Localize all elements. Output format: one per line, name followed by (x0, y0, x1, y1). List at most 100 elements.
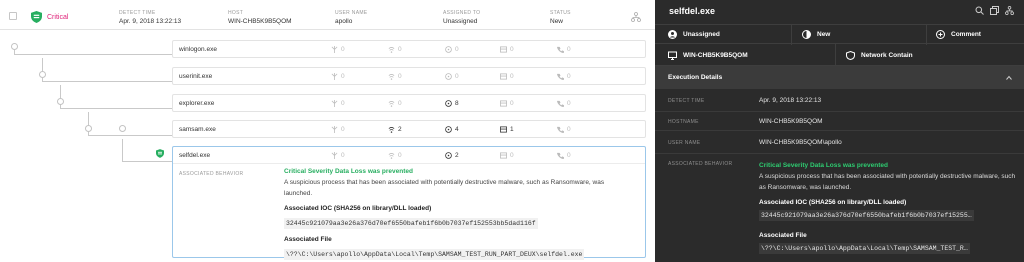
process-tree-icon[interactable] (631, 12, 641, 22)
detail-row-detect-time: DETECT TIME Apr. 9, 2018 13:22:13 (655, 89, 1024, 112)
branch-icon (331, 46, 338, 53)
metric-child-processes: 0 (331, 126, 345, 133)
process-row-winlogon[interactable]: winlogon.exe 0 0 0 0 0 (172, 40, 646, 58)
metric-network: 2 (388, 126, 402, 133)
tree-node[interactable] (85, 125, 92, 132)
detail-row-hostname: HOSTNAME WIN-CHB5K9B5QOM (655, 112, 1024, 131)
file-header: Associated File (284, 236, 332, 243)
process-details-panel: selfdel.exe Unassigned New Comment WIN-C… (655, 0, 1024, 262)
status-column: STATUS New (550, 10, 571, 25)
process-name: explorer.exe (179, 100, 215, 107)
alert-header-row[interactable]: Critical DETECT TIME Apr. 9, 2018 13:22:… (0, 0, 655, 30)
ioc-hash[interactable]: 32445c921079aa3e26a376d70ef6550bafeb1f6b… (759, 210, 974, 221)
metric-network: 0 (388, 100, 402, 107)
host-button[interactable]: WIN-CHB5K9B5QOM (668, 51, 748, 60)
shield-icon (31, 11, 42, 23)
branch-icon (331, 100, 338, 107)
metric-registry: 0 (500, 100, 514, 107)
branch-icon (331, 126, 338, 133)
divider (791, 25, 792, 45)
user-name-column: USER NAME apollo (335, 10, 367, 25)
phone-icon (557, 126, 564, 133)
metric-dns: 0 (557, 100, 571, 107)
registry-icon (500, 100, 507, 107)
metric-registry: 0 (500, 46, 514, 53)
ioc-hash[interactable]: 32445c921079aa3e26a376d70ef6550bafeb1f6b… (284, 218, 538, 229)
ioc-header: Associated IOC (SHA256 on library/DLL lo… (759, 199, 907, 206)
execution-details-header[interactable]: Execution Details (655, 66, 1024, 89)
network-icon (388, 47, 395, 53)
metric-disk: 8 (445, 100, 459, 107)
tree-connector (42, 81, 172, 82)
tree-connector (122, 161, 172, 162)
branch-icon (331, 73, 338, 80)
registry-icon (500, 126, 507, 133)
behavior-description: A suspicious process that has been assoc… (284, 179, 605, 197)
host-column: HOST WIN-CHB5K9B5QOM (228, 10, 292, 25)
file-path[interactable]: \??\C:\Users\apollo\AppData\Local\Temp\S… (759, 243, 970, 254)
tree-connector (60, 108, 172, 109)
network-icon (388, 153, 395, 159)
process-row-samsam[interactable]: samsam.exe 0 2 4 1 0 (172, 120, 646, 138)
column-header: ASSIGNED TO (443, 10, 481, 16)
tree-node[interactable] (119, 125, 126, 132)
detect-time-column: DETECT TIME Apr. 9, 2018 13:22:13 (119, 10, 181, 25)
file-path[interactable]: \??\C:\Users\apollo\AppData\Local\Temp\S… (284, 249, 585, 260)
panel-toolbar (975, 6, 1014, 15)
process-tree-panel: Critical DETECT TIME Apr. 9, 2018 13:22:… (0, 0, 655, 262)
column-header: DETECT TIME (119, 10, 156, 16)
divider (926, 25, 927, 45)
metric-disk: 0 (445, 73, 459, 80)
branch-icon (331, 152, 338, 159)
metric-network: 0 (388, 46, 402, 53)
registry-icon (500, 73, 507, 80)
disk-icon (445, 46, 452, 53)
panel-behavior-body: Critical Severity Data Loss was prevente… (759, 162, 1017, 259)
process-row-explorer[interactable]: explorer.exe 0 0 8 0 0 (172, 94, 646, 112)
network-contain-label: Network Contain (861, 52, 913, 59)
assign-button[interactable]: Unassigned (668, 30, 720, 39)
network-contain-button[interactable]: Network Contain (846, 51, 913, 60)
status-label: New (817, 31, 831, 38)
column-header: USER NAME (335, 10, 368, 16)
assigned-to-column: ASSIGNED TO Unassigned (443, 10, 480, 25)
tree-node[interactable] (57, 98, 64, 105)
column-value: New (550, 18, 564, 25)
behavior-body: Critical Severity Data Loss was prevente… (284, 168, 634, 261)
metric-child-processes: 0 (331, 100, 345, 107)
metric-disk: 4 (445, 126, 459, 133)
row-checkbox[interactable] (9, 12, 17, 20)
process-name: userinit.exe (179, 73, 213, 80)
metric-child-processes: 0 (331, 46, 345, 53)
severity-label: Critical (47, 14, 69, 21)
tree-connector (88, 135, 172, 136)
action-bar: Unassigned New Comment (655, 24, 1024, 45)
metric-network: 0 (388, 73, 402, 80)
tree-connector (122, 139, 123, 161)
copy-icon[interactable] (990, 6, 999, 15)
associated-behavior-label: ASSOCIATED BEHAVIOR (179, 171, 244, 177)
row-value: Apr. 9, 2018 13:22:13 (759, 97, 822, 104)
disk-icon (445, 126, 452, 133)
process-name: samsam.exe (179, 126, 216, 133)
metric-network: 0 (388, 152, 402, 159)
phone-icon (557, 100, 564, 107)
comment-button[interactable]: Comment (936, 30, 981, 39)
network-icon (388, 74, 395, 80)
process-tree-icon[interactable] (1005, 6, 1014, 15)
metric-registry: 0 (500, 152, 514, 159)
search-icon[interactable] (975, 6, 984, 15)
tree-connector (14, 54, 172, 55)
file-header: Associated File (759, 232, 807, 239)
add-comment-icon (936, 30, 945, 39)
tree-node[interactable] (39, 71, 46, 78)
process-row-selfdel[interactable]: selfdel.exe 0 0 2 0 0 (173, 147, 645, 164)
status-button[interactable]: New (802, 30, 830, 39)
phone-icon (557, 73, 564, 80)
metric-child-processes: 0 (331, 73, 345, 80)
process-row-userinit[interactable]: userinit.exe 0 0 0 0 0 (172, 67, 646, 85)
row-value: WIN-CHB5K9B5QOM\apollo (759, 139, 842, 146)
tree-node[interactable] (11, 43, 18, 50)
process-detail-selfdel[interactable]: selfdel.exe 0 0 2 0 0 ASSOCIATED BEHAVIO… (172, 146, 646, 261)
chevron-up-icon (1006, 75, 1012, 80)
